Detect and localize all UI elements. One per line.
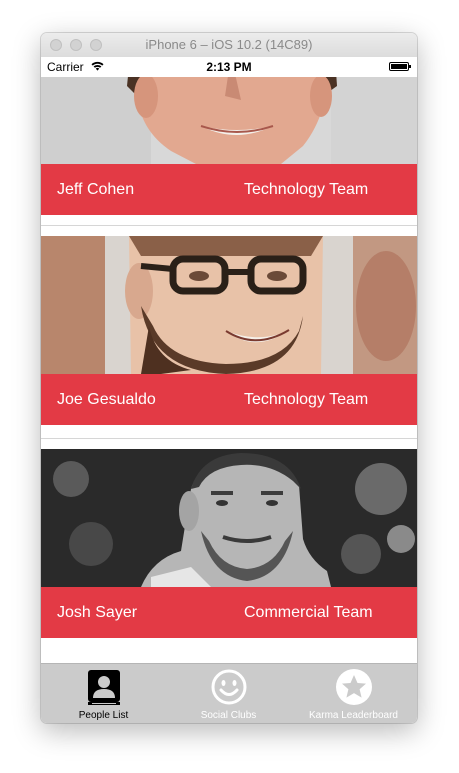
- people-list[interactable]: Jeff Cohen Technology Team Joe Gesualdo …: [41, 77, 417, 663]
- contact-card-icon: [88, 670, 120, 705]
- person-photo: [41, 236, 417, 374]
- tab-karma-leaderboard[interactable]: Karma Leaderboard: [291, 664, 416, 723]
- person-card[interactable]: Joe Gesualdo Technology Team: [41, 236, 417, 425]
- battery-icon: [389, 62, 411, 71]
- person-photo: [41, 449, 417, 587]
- person-info-bar: Joe Gesualdo Technology Team: [41, 374, 417, 425]
- tab-social-clubs[interactable]: Social Clubs: [166, 664, 291, 723]
- simulator-window: iPhone 6 – iOS 10.2 (14C89) Carrier 2:13…: [41, 33, 417, 723]
- simulator-titlebar: iPhone 6 – iOS 10.2 (14C89): [41, 33, 417, 58]
- person-info-bar: Josh Sayer Commercial Team: [41, 587, 417, 638]
- person-name: Joe Gesualdo: [57, 391, 156, 408]
- star-icon: [336, 669, 372, 705]
- row-separator: [41, 225, 417, 226]
- person-name: Jeff Cohen: [57, 181, 135, 198]
- person-name: Josh Sayer: [57, 604, 138, 621]
- smiley-face-icon: [211, 669, 247, 705]
- person-card[interactable]: Jeff Cohen Technology Team: [41, 77, 417, 215]
- tab-label: People List: [78, 710, 129, 721]
- person-team: Technology Team: [244, 391, 369, 408]
- person-team: Technology Team: [244, 181, 369, 198]
- row-separator: [41, 438, 417, 439]
- person-info-bar: Jeff Cohen Technology Team: [41, 164, 417, 215]
- person-card[interactable]: Josh Sayer Commercial Team: [41, 449, 417, 638]
- person-team: Commercial Team: [244, 604, 373, 621]
- status-bar: Carrier 2:13 PM: [41, 57, 417, 77]
- simulator-title: iPhone 6 – iOS 10.2 (14C89): [145, 37, 313, 52]
- person-photo: [41, 77, 417, 164]
- tab-bar: People List Social Clubs Karma Leaderboa…: [41, 663, 417, 723]
- status-time: 2:13 PM: [206, 60, 252, 74]
- tab-label: Karma Leaderboard: [309, 710, 398, 721]
- tab-label: Social Clubs: [200, 710, 257, 721]
- tab-people-list[interactable]: People List: [41, 664, 166, 723]
